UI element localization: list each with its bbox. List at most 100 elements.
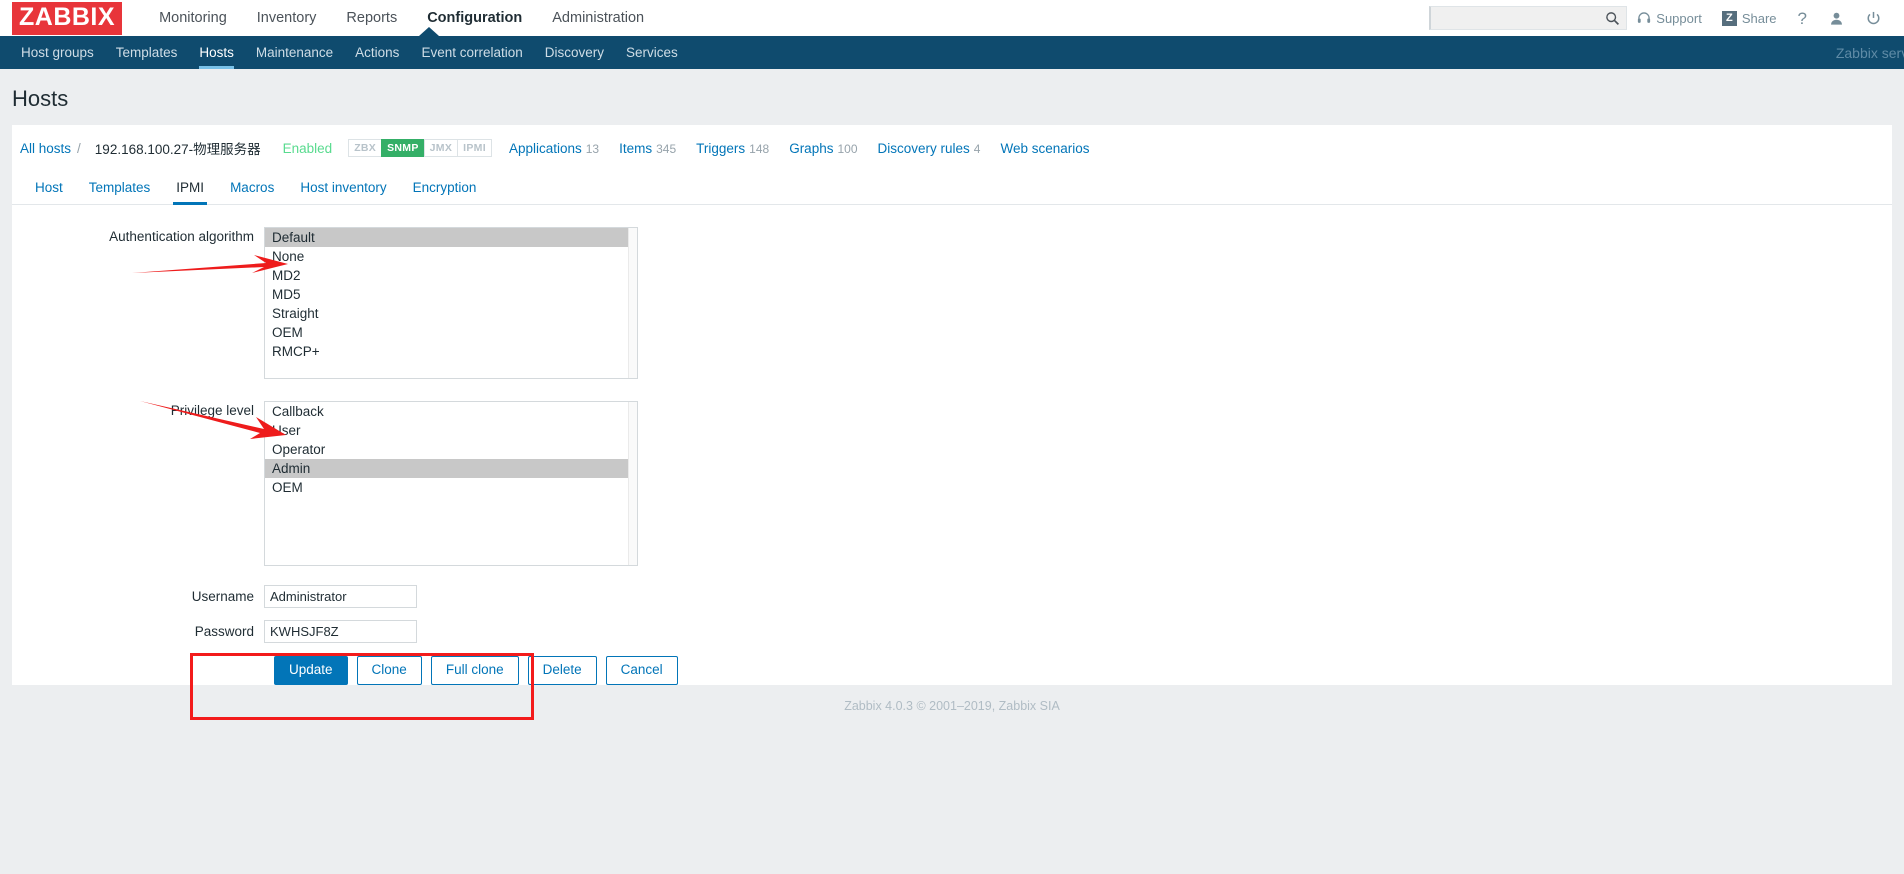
privilege-option-operator[interactable]: Operator — [265, 440, 637, 459]
field-username: Username — [12, 585, 1892, 608]
subnav-item-actions[interactable]: Actions — [344, 36, 410, 69]
sign-out-button[interactable] — [1855, 11, 1892, 26]
tab-macros[interactable]: Macros — [217, 172, 287, 204]
breadcrumb: All hosts / 192.168.100.27-物理服务器 Enabled… — [12, 125, 1892, 172]
link-applications-label[interactable]: Applications — [509, 141, 582, 156]
link-web-scenarios: Web scenarios — [1000, 141, 1093, 156]
privilege-option-oem[interactable]: OEM — [265, 478, 637, 497]
field-authentication-algorithm: Authentication algorithm Default None MD… — [12, 227, 1892, 379]
link-discovery-rules: Discovery rules 4 — [878, 141, 981, 156]
nav-pointer-triangle — [419, 27, 439, 36]
username-input[interactable] — [264, 585, 417, 608]
clone-button[interactable]: Clone — [356, 656, 422, 685]
subnav-item-maintenance[interactable]: Maintenance — [245, 36, 344, 69]
link-items: Items 345 — [619, 141, 676, 156]
page-title: Hosts — [12, 86, 69, 111]
main-menu-item-inventory[interactable]: Inventory — [242, 0, 332, 36]
breadcrumb-host-name[interactable]: 192.168.100.27-物理服务器 — [86, 135, 269, 161]
link-triggers-count: 148 — [749, 141, 770, 156]
interface-badges: ZBX SNMP JMX IPMI — [348, 139, 492, 157]
support-link[interactable]: Support — [1627, 11, 1712, 26]
authentication-algorithm-listbox[interactable]: Default None MD2 MD5 Straight OEM RMCP+ — [264, 227, 638, 379]
subnav-item-hosts[interactable]: Hosts — [188, 36, 245, 69]
tab-encryption[interactable]: Encryption — [400, 172, 490, 204]
auth-option-straight[interactable]: Straight — [265, 304, 637, 323]
update-button[interactable]: Update — [274, 656, 348, 685]
tab-host-inventory[interactable]: Host inventory — [287, 172, 399, 204]
password-label: Password — [194, 624, 254, 639]
form-action-buttons: Update Clone Full clone Delete Cancel — [12, 656, 1892, 685]
link-graphs-count: 100 — [837, 141, 858, 156]
page-content: Hosts All hosts / 192.168.100.27-物理服务器 E… — [0, 69, 1904, 874]
subnav-item-host-groups[interactable]: Host groups — [10, 36, 105, 69]
subnav-item-discovery[interactable]: Discovery — [534, 36, 615, 69]
breadcrumb-separator: / — [77, 140, 81, 156]
interface-badge-snmp: SNMP — [381, 139, 425, 157]
privilege-option-user[interactable]: User — [265, 421, 637, 440]
main-menu-item-reports[interactable]: Reports — [331, 0, 412, 36]
link-triggers: Triggers 148 — [696, 141, 769, 156]
ipmi-form: Authentication algorithm Default None MD… — [12, 205, 1892, 685]
link-web-scenarios-label[interactable]: Web scenarios — [1000, 141, 1089, 156]
full-clone-button[interactable]: Full clone — [430, 656, 519, 685]
server-status-label: Zabbix serve — [1835, 44, 1904, 61]
zabbix-logo[interactable]: ZABBIX — [12, 1, 123, 35]
zabbix-share-icon: Z — [1721, 10, 1737, 26]
subnav-item-event-correlation[interactable]: Event correlation — [410, 36, 533, 69]
config-tabs: Host Templates IPMI Macros Host inventor… — [12, 172, 1892, 205]
global-search[interactable] — [1429, 6, 1628, 30]
field-password: Password — [12, 620, 1892, 643]
main-menu-item-administration[interactable]: Administration — [537, 0, 659, 36]
top-bar-actions: Support Z Share ? — [1429, 6, 1904, 30]
link-discovery-rules-count: 4 — [973, 141, 981, 156]
secondary-navigation-bar: Host groups Templates Hosts Maintenance … — [0, 27, 1904, 69]
link-graphs: Graphs 100 — [789, 141, 857, 156]
auth-option-none[interactable]: None — [265, 247, 637, 266]
interface-badge-jmx: JMX — [423, 139, 459, 157]
tab-host[interactable]: Host — [22, 172, 76, 204]
auth-option-default[interactable]: Default — [265, 228, 637, 247]
subnav-item-templates[interactable]: Templates — [105, 36, 189, 69]
auth-option-oem[interactable]: OEM — [265, 323, 637, 342]
privilege-level-listbox[interactable]: Callback User Operator Admin OEM — [264, 401, 638, 566]
link-applications: Applications 13 — [509, 141, 599, 156]
search-input[interactable] — [1431, 7, 1627, 29]
link-applications-count: 13 — [585, 141, 600, 156]
password-input[interactable] — [264, 620, 417, 643]
main-menu-item-monitoring[interactable]: Monitoring — [144, 0, 242, 36]
user-icon — [1831, 12, 1842, 25]
share-link[interactable]: Z Share — [1712, 10, 1787, 26]
username-label: Username — [191, 589, 254, 604]
link-discovery-rules-label[interactable]: Discovery rules — [878, 141, 970, 156]
top-navigation-bar: ZABBIX Monitoring Inventory Reports Conf… — [0, 0, 1904, 36]
interface-badge-zbx: ZBX — [348, 139, 383, 157]
host-status-badge[interactable]: Enabled — [283, 141, 333, 156]
interface-badge-ipmi: IPMI — [457, 139, 492, 157]
auth-option-md5[interactable]: MD5 — [265, 285, 637, 304]
tab-templates[interactable]: Templates — [76, 172, 164, 204]
privilege-level-scrollbar[interactable] — [628, 402, 637, 565]
privilege-option-callback[interactable]: Callback — [265, 402, 637, 421]
headset-icon — [1638, 12, 1651, 23]
privilege-level-label: Privilege level — [170, 403, 254, 418]
tab-ipmi[interactable]: IPMI — [163, 172, 217, 205]
cancel-button[interactable]: Cancel — [605, 656, 678, 685]
link-items-label[interactable]: Items — [619, 141, 652, 156]
breadcrumb-all-hosts[interactable]: All hosts — [20, 141, 71, 156]
link-triggers-label[interactable]: Triggers — [696, 141, 745, 156]
auth-option-rmcp-plus[interactable]: RMCP+ — [265, 342, 637, 361]
footer-copyright: Zabbix 4.0.3 © 2001–2019, Zabbix SIA — [844, 699, 1060, 713]
user-profile-button[interactable] — [1818, 11, 1855, 26]
question-mark-icon: ? — [1797, 8, 1807, 28]
link-items-count: 345 — [656, 141, 677, 156]
authentication-algorithm-scrollbar[interactable] — [628, 228, 637, 378]
delete-button[interactable]: Delete — [527, 656, 597, 685]
subnav-item-services[interactable]: Services — [615, 36, 689, 69]
auth-option-md2[interactable]: MD2 — [265, 266, 637, 285]
support-label: Support — [1656, 10, 1702, 26]
power-icon — [1867, 11, 1880, 24]
main-menu: Monitoring Inventory Reports Configurati… — [144, 0, 659, 36]
link-graphs-label[interactable]: Graphs — [789, 141, 833, 156]
help-button[interactable]: ? — [1787, 10, 1818, 27]
privilege-option-admin[interactable]: Admin — [265, 459, 637, 478]
